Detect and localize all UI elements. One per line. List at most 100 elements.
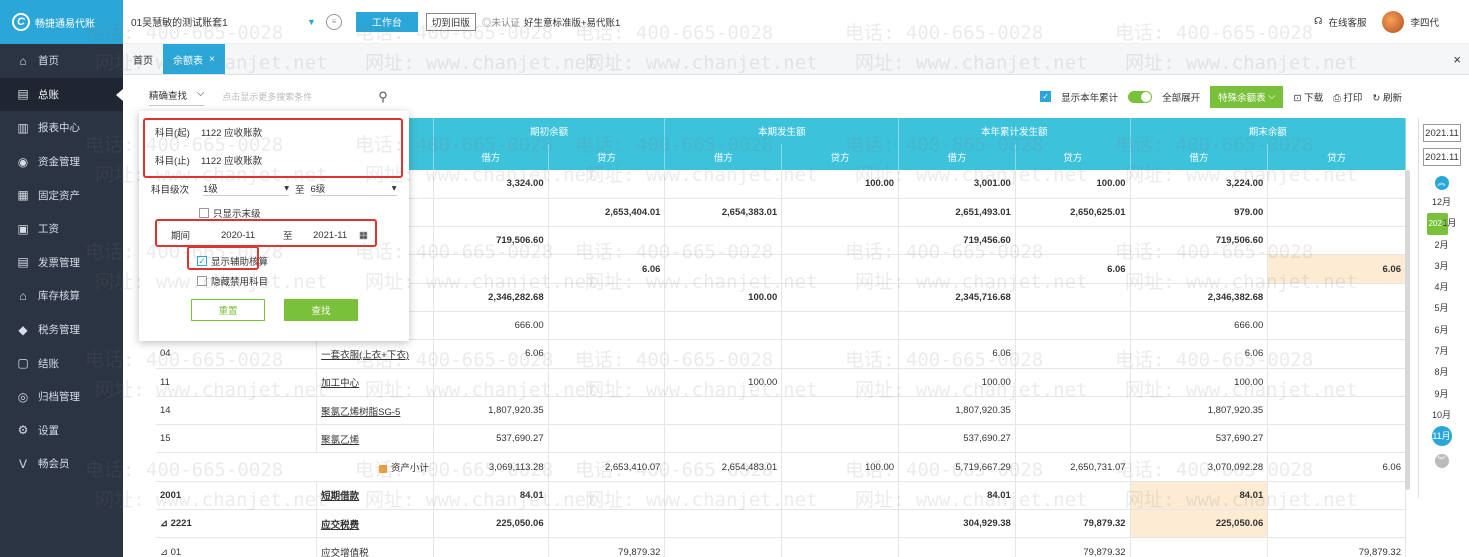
sidebar-item-label: 税务管理: [38, 324, 80, 337]
month-item[interactable]: 2月: [1419, 235, 1464, 256]
sidebar-item-3[interactable]: ◉ 资金管理: [0, 145, 123, 179]
row-name[interactable]: 一套衣服(上衣+下衣): [316, 339, 434, 369]
month-item[interactable]: 4月: [1419, 277, 1464, 298]
expand-all-toggle[interactable]: [1128, 90, 1153, 103]
month-item[interactable]: 5月: [1419, 298, 1464, 319]
month-item[interactable]: 7月: [1419, 341, 1464, 362]
amount-cell: [781, 254, 900, 284]
month-item[interactable]: 9月: [1419, 384, 1464, 405]
account-selector[interactable]: 01吴慧敏的测试账套1: [131, 14, 331, 29]
tab-home[interactable]: 首页: [123, 44, 163, 74]
amount-cell: 666.00: [433, 311, 549, 341]
row-name[interactable]: 聚氯乙烯树脂SG-5: [316, 396, 434, 426]
sidebar-item-0[interactable]: ⌂ 首页: [0, 44, 123, 78]
close-all-tabs-icon[interactable]: ×: [1453, 44, 1469, 74]
sub-header: 借方: [433, 144, 549, 170]
sidebar-item-12[interactable]: V 畅会员: [0, 447, 123, 481]
month-item[interactable]: 12月: [1419, 192, 1464, 213]
sidebar-item-9[interactable]: ▢ 结账: [0, 346, 123, 380]
search-input[interactable]: 点击显示更多搜索条件: [222, 90, 372, 103]
headset-icon[interactable]: ☊: [1314, 16, 1322, 27]
table-row[interactable]: ⊿ 01 应交增值税 79,879.32 79,879.32 79,879.32: [156, 537, 1406, 557]
table-row[interactable]: 11 加工中心 100.00 100.00 100.00: [156, 368, 1406, 397]
vertical-scrollbar[interactable]: [1405, 170, 1410, 490]
month-item[interactable]: 10月: [1419, 405, 1464, 426]
refresh-icon: ↻: [1372, 92, 1381, 104]
table-row[interactable]: 15 聚氯乙烯 537,690.27 537,690.27 537,690.27: [156, 424, 1406, 454]
month-item[interactable]: 11月: [1419, 426, 1464, 447]
sidebar-item-1[interactable]: ▤ 总账: [0, 77, 123, 112]
month-label: 9月: [1434, 388, 1449, 399]
only-last-level-option[interactable]: 只显示末级: [199, 206, 261, 220]
special-balance-button[interactable]: 特殊余额表 ⌵: [1210, 85, 1284, 108]
print-button[interactable]: ⎙ 打印: [1333, 90, 1362, 104]
amount-cell: 84.01: [1130, 481, 1269, 511]
online-support-link[interactable]: 在线客服: [1328, 15, 1366, 29]
amount-cell: [781, 396, 900, 426]
tab-balance-sheet[interactable]: 余额表 ×: [163, 44, 225, 74]
month-item[interactable]: 20211月: [1419, 213, 1464, 235]
chevron-up-icon[interactable]: ︽: [1434, 176, 1449, 190]
month-item[interactable]: 3月: [1419, 256, 1464, 277]
amount-cell: [664, 226, 783, 256]
brand-logo[interactable]: C 畅捷通易代账: [0, 0, 123, 44]
chevron-down-icon[interactable]: ︾: [1434, 453, 1449, 468]
precise-search-dropdown[interactable]: 精确查找 ⌵: [149, 88, 205, 106]
sidebar-item-label: 设置: [38, 424, 59, 437]
group-header: 本年累计发生额: [898, 118, 1131, 144]
month-item[interactable]: 6月: [1419, 320, 1464, 341]
amount-cell: [1267, 509, 1406, 539]
table-row[interactable]: ⊿ 2221 应交税费 225,050.06 304,929.38 79,879.32 2…: [156, 509, 1406, 539]
row-name[interactable]: 短期借款: [316, 481, 434, 511]
avatar[interactable]: [1382, 10, 1405, 33]
level-sep: 至: [295, 184, 305, 196]
row-name[interactable]: 聚氯乙烯: [316, 424, 434, 454]
workbench-button[interactable]: 工作台: [355, 11, 418, 32]
menu-icon[interactable]: ≡: [325, 13, 342, 30]
search-icon[interactable]: ⚲: [378, 89, 388, 105]
period-from[interactable]: 2021.11: [1423, 124, 1461, 142]
show-year-total-checkbox[interactable]: ✓: [1040, 91, 1052, 102]
sidebar-item-11[interactable]: ⚙ 设置: [0, 414, 123, 448]
hide-disabled-option[interactable]: 隐藏禁用科目: [197, 274, 268, 288]
table-row[interactable]: 2001 短期借款 84.01 84.01 84.01: [156, 481, 1406, 511]
refresh-button[interactable]: ↻ 刷新: [1372, 90, 1402, 104]
row-name[interactable]: 加工中心: [316, 368, 434, 397]
table-row[interactable]: 14 聚氯乙烯树脂SG-5 1,807,920.35 1,807,920.35 1,80…: [156, 396, 1406, 426]
reset-button[interactable]: 重置: [191, 299, 265, 321]
sidebar-item-4[interactable]: ▦ 固定资产: [0, 178, 123, 212]
switch-old-version-button[interactable]: 切到旧版: [425, 12, 476, 31]
download-button[interactable]: ⊡ 下载: [1293, 90, 1323, 104]
user-name[interactable]: 李四代: [1410, 15, 1439, 29]
month-item[interactable]: 8月: [1419, 362, 1464, 383]
amount-cell: [781, 481, 900, 511]
period-to[interactable]: 2021.11: [1423, 148, 1461, 166]
find-button[interactable]: 查找: [284, 299, 358, 321]
amount-cell: [1267, 198, 1406, 228]
close-icon[interactable]: ×: [209, 54, 215, 65]
sidebar-item-10[interactable]: ◎ 归档管理: [0, 380, 123, 414]
level-from-select[interactable]: 1级 ▾: [203, 181, 289, 196]
sidebar-item-7[interactable]: ⌂ 库存核算: [0, 279, 123, 313]
amount-cell: [1015, 396, 1131, 426]
sidebar-item-5[interactable]: ▣ 工资: [0, 212, 123, 246]
chevron-down-icon[interactable]: ▼: [307, 17, 316, 27]
row-code: 2001: [156, 481, 318, 511]
sidebar-item-2[interactable]: ▥ 报表中心: [0, 111, 123, 145]
sidebar-item-icon: ⌂: [19, 53, 27, 68]
amount-cell: 100.00: [664, 368, 783, 397]
sidebar-item-6[interactable]: ▤ 发票管理: [0, 246, 123, 280]
table-row[interactable]: 资产小计 3,069,113.28 2,653,410.07 2,654,483.01…: [156, 452, 1406, 482]
sidebar-item-8[interactable]: ◆ 税务管理: [0, 313, 123, 347]
row-name[interactable]: 应交增值税: [316, 537, 434, 557]
row-name[interactable]: 应交税费: [316, 509, 434, 539]
amount-cell: 225,050.06: [1130, 509, 1269, 539]
only-last-level-checkbox[interactable]: [199, 208, 209, 218]
amount-cell: [548, 339, 666, 369]
hide-disabled-checkbox[interactable]: [197, 276, 207, 286]
month-label: 2月: [1434, 239, 1449, 250]
level-to-select[interactable]: 6级 ▾: [310, 181, 397, 196]
amount-cell: 100.00: [898, 368, 1016, 397]
amount-cell: [1015, 339, 1131, 369]
table-row[interactable]: 04 一套衣服(上衣+下衣) 6.06 6.06 6.06: [156, 339, 1406, 369]
